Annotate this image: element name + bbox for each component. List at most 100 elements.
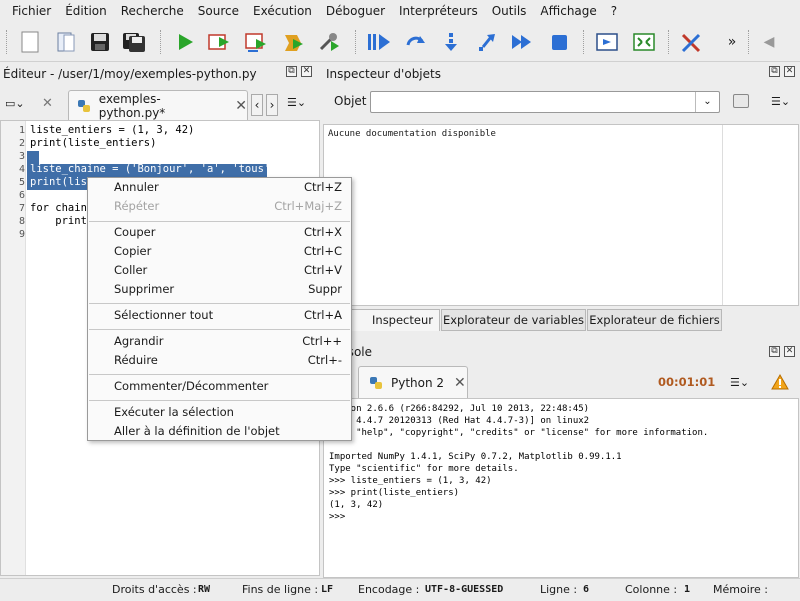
elapsed-timer: 00:01:01	[658, 375, 716, 389]
menu-item-repeter: Répéter Ctrl+Maj+Z	[114, 199, 342, 213]
run-icon[interactable]	[171, 28, 199, 56]
console-pane-title: Console	[352, 345, 372, 359]
toolbar-grip	[6, 30, 8, 54]
menu-interpreteurs[interactable]: Interpréteurs	[392, 1, 485, 21]
console-line: Python 2.6.6 (r266:84292, Jul 10 2013, 2…	[329, 404, 590, 414]
stop-icon[interactable]	[545, 28, 573, 56]
console-line: >>> print(liste_entiers)	[329, 488, 460, 498]
step-into-icon[interactable]	[437, 28, 465, 56]
menu-source[interactable]: Source	[191, 1, 246, 21]
maximize-pane-icon[interactable]	[593, 28, 621, 56]
menu-deboguer[interactable]: Déboguer	[319, 1, 392, 21]
console-line: Type "help", "copyright", "credits" or "…	[329, 428, 709, 438]
console-line: Type "scientific" for more details.	[329, 464, 519, 474]
line-number: 7	[18, 203, 25, 214]
step-return-icon[interactable]	[473, 28, 501, 56]
menu-item-commenter[interactable]: Commenter/Décommenter	[88, 377, 351, 396]
toolbar: » ◀	[0, 22, 800, 62]
open-file-icon[interactable]	[52, 28, 80, 56]
menu-recherche[interactable]: Recherche	[114, 1, 191, 21]
new-file-icon[interactable]	[16, 28, 44, 56]
chevron-down-icon[interactable]: ⌄	[695, 92, 719, 112]
menu-item-executer-selection[interactable]: Exécuter la sélection	[88, 403, 351, 422]
menu-edition[interactable]: Édition	[58, 1, 114, 21]
code-line: liste_chaine = ('Bonjour', 'a', 'tous')	[30, 163, 277, 175]
toolbar-separator	[748, 30, 750, 54]
debug-icon[interactable]	[365, 28, 393, 56]
undock-icon[interactable]: ⧉	[769, 66, 780, 77]
encoding-value: UTF-8-GUESSED	[425, 584, 504, 595]
tab-close-icon[interactable]: ✕	[454, 375, 466, 391]
menu-item-selectionner-tout[interactable]: Sélectionner tout Ctrl+A	[88, 306, 351, 325]
menu-fichier[interactable]: Fichier	[5, 1, 58, 21]
menu-separator	[89, 374, 350, 375]
console-line: (1, 3, 42)	[329, 500, 384, 510]
menu-item-annuler[interactable]: Annuler Ctrl+Z	[88, 178, 351, 197]
run-selection-icon[interactable]	[279, 28, 307, 56]
line-number: 2	[18, 138, 25, 149]
tab-python-2[interactable]: Python 2 ✕	[358, 366, 468, 398]
ipython-console[interactable]: Python 2.6.6 (r266:84292, Jul 10 2013, 2…	[323, 398, 799, 578]
browse-tabs-icon[interactable]: ▭⌄	[5, 97, 29, 113]
toolbar-separator	[583, 30, 585, 54]
undock-icon[interactable]: ⧉	[286, 66, 297, 77]
fullscreen-icon[interactable]	[630, 28, 658, 56]
step-icon[interactable]	[401, 28, 429, 56]
tab-file-explorer[interactable]: Explorateur de fichiers	[587, 309, 722, 331]
tab-variable-explorer[interactable]: Explorateur de variables	[441, 309, 586, 331]
options-menu-icon[interactable]: ☰⌄	[771, 95, 790, 108]
preferences-icon[interactable]	[677, 28, 705, 56]
menu-separator	[89, 303, 350, 304]
menu-outils[interactable]: Outils	[485, 1, 534, 21]
column-label: Colonne :	[625, 583, 678, 596]
editor-pane-title: Éditeur - /user/1/moy/exemples-python.py	[3, 67, 257, 81]
menu-item-agrandir[interactable]: Agrandir Ctrl++	[88, 332, 351, 351]
menu-item-coller[interactable]: Coller Ctrl+V	[88, 261, 351, 280]
close-pane-icon[interactable]: ✕	[784, 66, 795, 77]
lock-icon[interactable]	[733, 94, 749, 108]
code-line: print(liste_entiers)	[30, 137, 157, 149]
continue-icon[interactable]	[508, 28, 536, 56]
close-tab-icon[interactable]: ✕	[42, 96, 53, 111]
toolbar-more-icon[interactable]: »	[718, 28, 746, 56]
menu-item-reduire[interactable]: Réduire Ctrl+-	[88, 351, 351, 370]
menu-execution[interactable]: Exécution	[246, 1, 319, 21]
save-icon[interactable]	[86, 28, 114, 56]
toolbar-separator	[160, 30, 162, 54]
console-tab-label: Python 2	[391, 375, 445, 390]
close-pane-icon[interactable]: ✕	[301, 66, 312, 77]
undock-icon[interactable]: ⧉	[769, 346, 780, 357]
console-prompt[interactable]: >>>	[329, 511, 351, 523]
run-config-icon[interactable]	[315, 28, 343, 56]
memory-label: Mémoire :	[713, 583, 769, 596]
options-menu-icon[interactable]: ☰⌄	[730, 376, 749, 389]
line-number: 1	[18, 125, 25, 136]
tab-scroll-right-icon[interactable]: ›	[266, 94, 278, 116]
eol-label: Fins de ligne :	[242, 583, 319, 596]
toolbar-separator	[355, 30, 357, 54]
menu-help[interactable]: ?	[604, 1, 624, 21]
menu-item-copier[interactable]: Copier Ctrl+C	[88, 242, 351, 261]
tab-exemples-python[interactable]: exemples-python.py* ✕	[68, 90, 248, 120]
options-menu-icon[interactable]: ☰⌄	[287, 96, 306, 109]
line-label: Ligne :	[540, 583, 578, 596]
tab-scroll-left-icon[interactable]: ‹	[251, 94, 263, 116]
tab-close-icon[interactable]: ✕	[235, 98, 247, 114]
line-number: 4	[18, 164, 25, 175]
console-line: Imported NumPy 1.4.1, SciPy 0.7.2, Matpl…	[329, 452, 622, 462]
back-arrow-icon[interactable]: ◀	[755, 28, 783, 56]
line-number-gutter: 1 2 3 4 5 6 7 8 9	[1, 121, 26, 575]
object-label: Objet	[334, 94, 367, 108]
menu-item-aller-definition[interactable]: Aller à la définition de l'objet	[88, 422, 351, 441]
menu-affichage[interactable]: Affichage	[533, 1, 603, 21]
warning-icon	[771, 373, 789, 393]
object-combobox[interactable]: ⌄	[370, 91, 720, 113]
save-all-icon[interactable]	[120, 28, 148, 56]
code-line: print(	[30, 215, 94, 227]
menu-item-supprimer[interactable]: Supprimer Suppr	[88, 280, 351, 299]
run-cell-icon[interactable]	[205, 28, 233, 56]
menu-item-couper[interactable]: Couper Ctrl+X	[88, 223, 351, 242]
close-pane-icon[interactable]: ✕	[784, 346, 795, 357]
run-cell-advance-icon[interactable]	[242, 28, 270, 56]
code-line: for chaine	[30, 202, 94, 214]
